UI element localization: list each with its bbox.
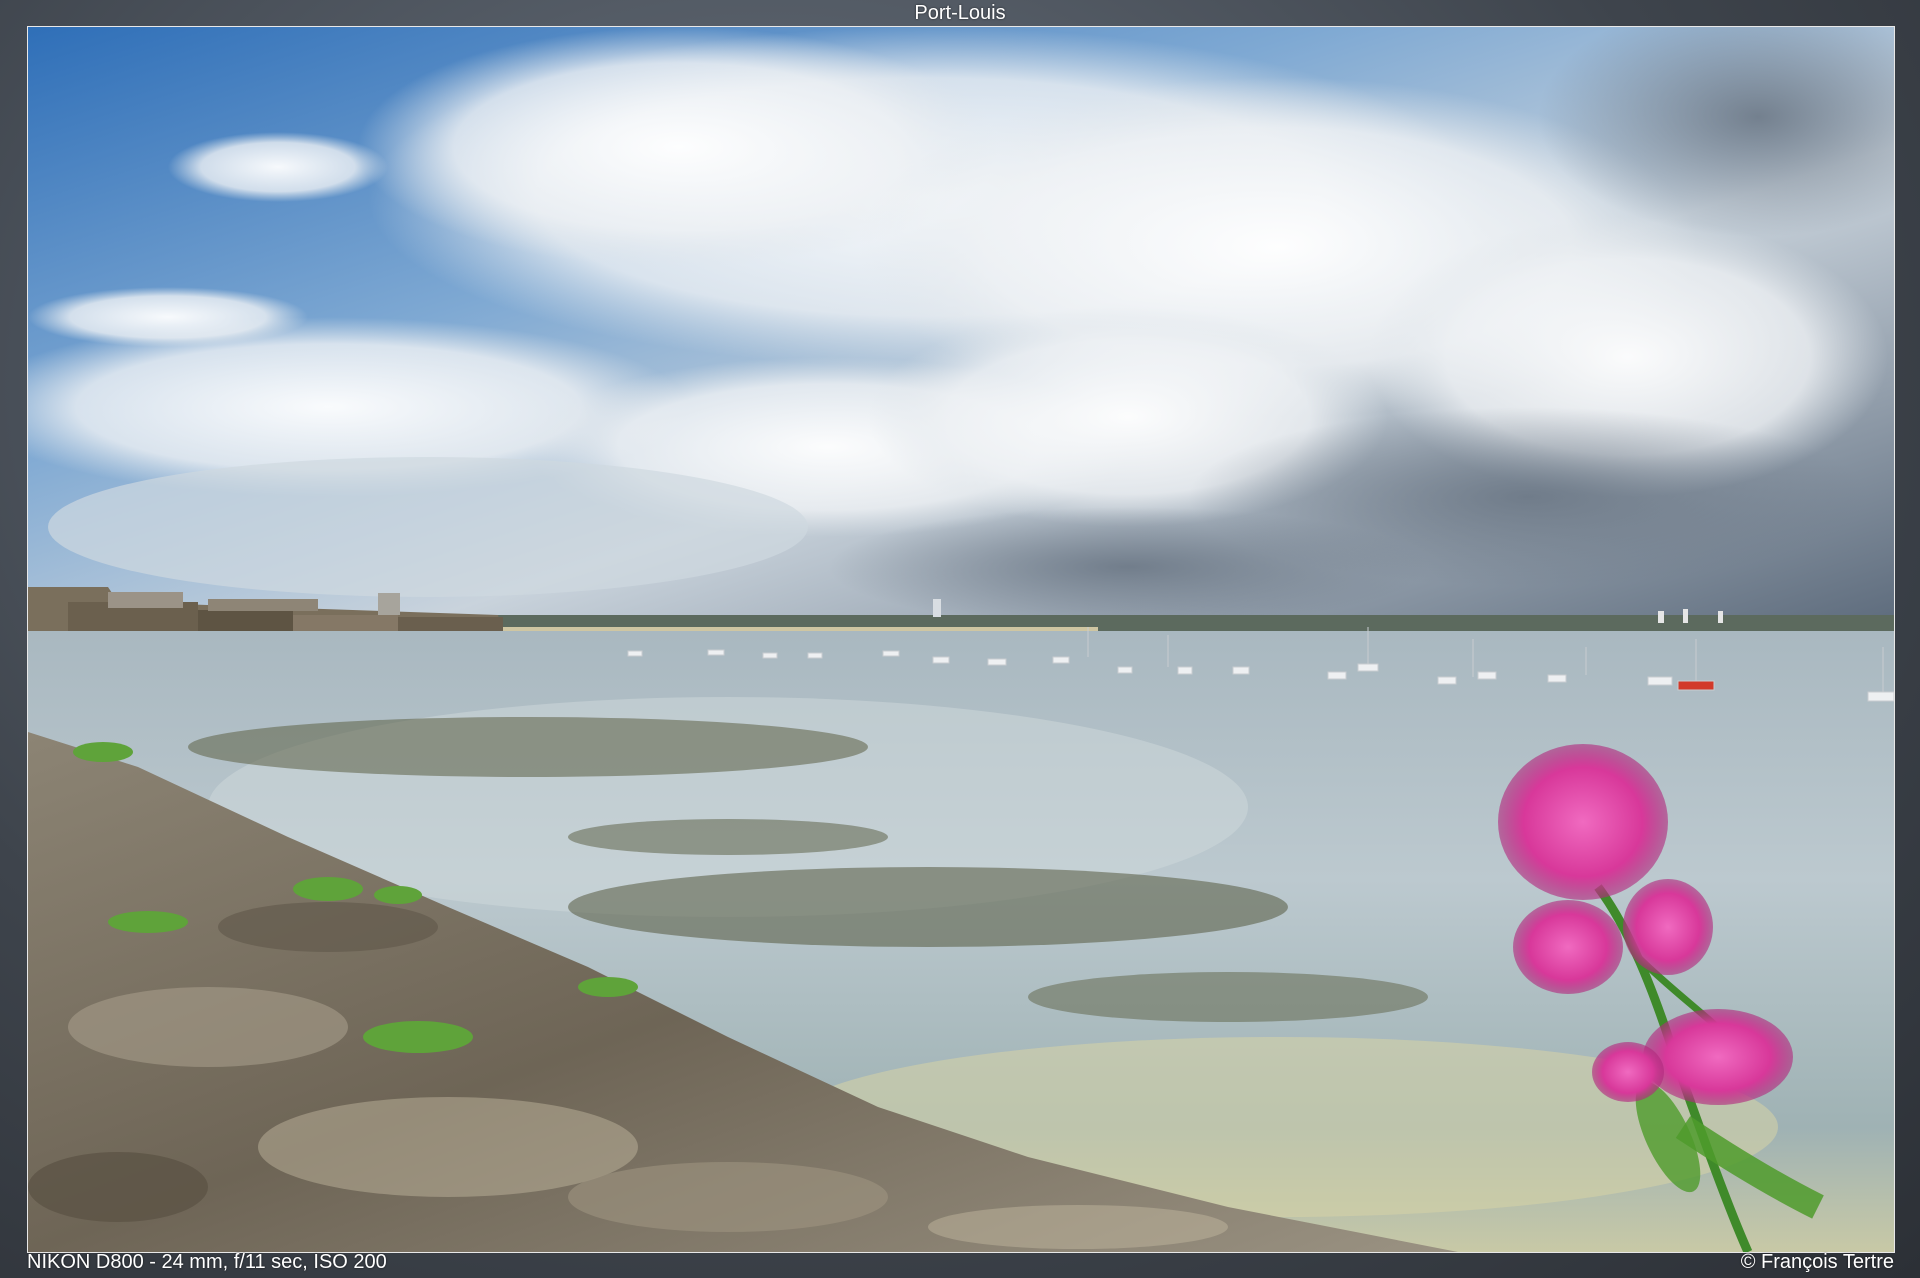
camera-exif-info: NIKON D800 - 24 mm, f/11 sec, ISO 200	[27, 1251, 387, 1273]
photo-frame: Port-Louis NIKON D800 - 24 mm, f/11 sec,…	[0, 0, 1920, 1278]
copyright-notice: © François Tertre	[1740, 1251, 1894, 1273]
photo-title: Port-Louis	[914, 2, 1006, 24]
photograph	[27, 26, 1895, 1253]
